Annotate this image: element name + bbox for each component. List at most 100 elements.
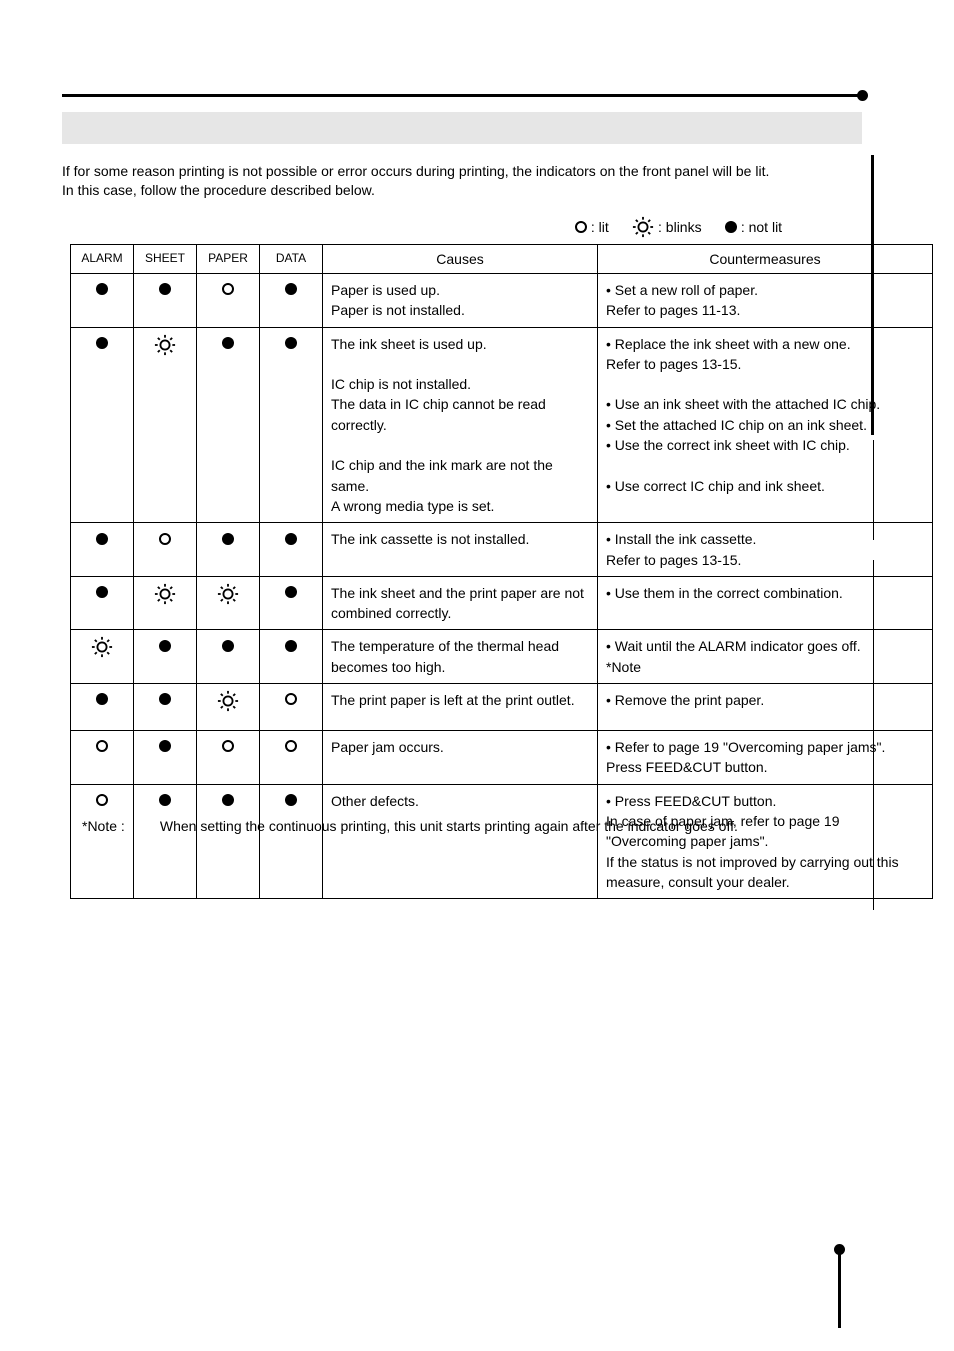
causes-cell: Paper jam occurs. [323, 731, 598, 785]
indicator-cell [197, 784, 260, 898]
not-lit-icon [96, 533, 108, 545]
causes-cell: The ink cassette is not installed. [323, 523, 598, 577]
not-lit-icon [222, 640, 234, 652]
top-rule-decoration [62, 94, 862, 97]
countermeasures-cell: • Replace the ink sheet with a new one. … [598, 327, 933, 523]
lit-icon [285, 693, 297, 705]
indicator-cell [197, 523, 260, 577]
indicator-cell [260, 731, 323, 785]
indicator-cell [260, 523, 323, 577]
lit-icon [222, 283, 234, 295]
blinks-icon [154, 583, 176, 605]
legend-blinks-label: : blinks [658, 219, 702, 235]
not-lit-icon [285, 283, 297, 295]
legend-lit-label: : lit [591, 219, 609, 235]
table-row: The print paper is left at the print out… [71, 684, 933, 731]
table-row: The ink cassette is not installed.• Inst… [71, 523, 933, 577]
intro-text: If for some reason printing is not possi… [62, 162, 852, 200]
not-lit-icon [96, 693, 108, 705]
indicator-cell [71, 274, 134, 328]
causes-cell: The ink sheet and the print paper are no… [323, 576, 598, 630]
table-row: Other defects.• Press FEED&CUT button. I… [71, 784, 933, 898]
not-lit-icon [285, 640, 297, 652]
bottom-stem-decoration [838, 1252, 841, 1328]
lit-icon [96, 794, 108, 806]
indicator-cell [197, 731, 260, 785]
indicator-cell [134, 576, 197, 630]
indicator-cell [71, 630, 134, 684]
indicator-cell [260, 327, 323, 523]
col-paper: PAPER [197, 245, 260, 274]
indicator-cell [134, 630, 197, 684]
col-countermeasures: Countermeasures [598, 245, 933, 274]
countermeasures-cell: • Set a new roll of paper. Refer to page… [598, 274, 933, 328]
not-lit-icon [725, 221, 737, 233]
indicator-cell [260, 784, 323, 898]
table-row: Paper jam occurs.• Refer to page 19 "Ove… [71, 731, 933, 785]
indicator-cell [260, 274, 323, 328]
indicator-cell [197, 576, 260, 630]
indicator-cell [197, 684, 260, 731]
blinks-icon [632, 216, 654, 238]
not-lit-icon [159, 794, 171, 806]
table-header-row: ALARM SHEET PAPER DATA Causes Countermea… [71, 245, 933, 274]
col-data: DATA [260, 245, 323, 274]
section-heading-band [62, 112, 862, 144]
col-alarm: ALARM [71, 245, 134, 274]
table-row: The temperature of the thermal head beco… [71, 630, 933, 684]
indicator-cell [197, 327, 260, 523]
indicator-cell [134, 327, 197, 523]
indicator-cell [71, 327, 134, 523]
not-lit-icon [222, 533, 234, 545]
lit-icon [575, 221, 587, 233]
causes-cell: The temperature of the thermal head beco… [323, 630, 598, 684]
indicator-cell [260, 684, 323, 731]
col-causes: Causes [323, 245, 598, 274]
indicator-cell [134, 523, 197, 577]
causes-cell: Paper is used up.Paper is not installed. [323, 274, 598, 328]
indicator-cell [197, 630, 260, 684]
not-lit-icon [222, 794, 234, 806]
countermeasures-cell: • Press FEED&CUT button. In case of pape… [598, 784, 933, 898]
not-lit-icon [222, 337, 234, 349]
indicator-cell [197, 274, 260, 328]
not-lit-icon [159, 740, 171, 752]
lit-icon [96, 740, 108, 752]
page: If for some reason printing is not possi… [0, 0, 954, 1351]
countermeasures-cell: • Refer to page 19 "Overcoming paper jam… [598, 731, 933, 785]
col-sheet: SHEET [134, 245, 197, 274]
blinks-icon [217, 690, 239, 712]
indicator-cell [134, 784, 197, 898]
countermeasures-cell: • Install the ink cassette. Refer to pag… [598, 523, 933, 577]
not-lit-icon [159, 283, 171, 295]
lit-icon [222, 740, 234, 752]
footnote: *Note : When setting the continuous prin… [82, 818, 738, 834]
lit-icon [285, 740, 297, 752]
causes-cell: The print paper is left at the print out… [323, 684, 598, 731]
not-lit-icon [159, 693, 171, 705]
countermeasures-cell: • Remove the print paper. [598, 684, 933, 731]
blinks-icon [217, 583, 239, 605]
not-lit-icon [285, 586, 297, 598]
indicator-cell [260, 576, 323, 630]
indicator-cell [71, 576, 134, 630]
legend-notlit-label: : not lit [741, 219, 782, 235]
countermeasures-cell: • Use them in the correct combination. [598, 576, 933, 630]
indicator-cell [134, 684, 197, 731]
indicator-cell [71, 523, 134, 577]
table-row: Paper is used up.Paper is not installed.… [71, 274, 933, 328]
not-lit-icon [285, 794, 297, 806]
not-lit-icon [285, 337, 297, 349]
not-lit-icon [96, 586, 108, 598]
causes-cell: Other defects. [323, 784, 598, 898]
countermeasures-cell: • Wait until the ALARM indicator goes of… [598, 630, 933, 684]
not-lit-icon [96, 337, 108, 349]
table-row: The ink sheet is used up.IC chip is not … [71, 327, 933, 523]
not-lit-icon [159, 640, 171, 652]
indicator-cell [260, 630, 323, 684]
not-lit-icon [96, 283, 108, 295]
indicator-cell [71, 784, 134, 898]
indicator-cell [71, 684, 134, 731]
blinks-icon [154, 334, 176, 356]
indicator-cell [71, 731, 134, 785]
